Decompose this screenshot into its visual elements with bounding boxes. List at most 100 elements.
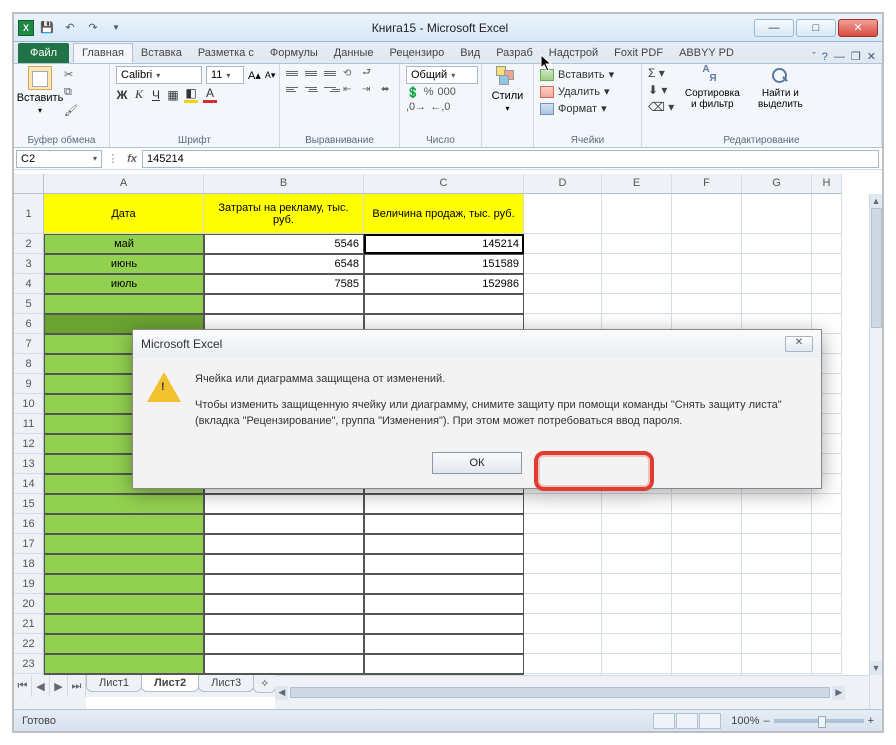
cell-E17[interactable] bbox=[602, 534, 672, 554]
ribbon-minimize-icon[interactable]: ˇ bbox=[812, 51, 816, 63]
ribbon-tab-1[interactable]: Вставка bbox=[133, 43, 190, 63]
cell-G1[interactable] bbox=[742, 194, 812, 234]
cell-D5[interactable] bbox=[524, 294, 602, 314]
cell-H23[interactable] bbox=[812, 654, 842, 674]
row-header-2[interactable]: 2 bbox=[14, 234, 44, 254]
cell-C4[interactable]: 152986 bbox=[364, 274, 524, 294]
cell-B17[interactable] bbox=[204, 534, 364, 554]
cell-D2[interactable] bbox=[524, 234, 602, 254]
row-header-11[interactable]: 11 bbox=[14, 414, 44, 434]
cell-G3[interactable] bbox=[742, 254, 812, 274]
column-header-H[interactable]: H bbox=[812, 174, 842, 194]
copy-icon[interactable]: ⧉ bbox=[64, 84, 78, 100]
cell-B21[interactable] bbox=[204, 614, 364, 634]
cell-G22[interactable] bbox=[742, 634, 812, 654]
cell-B18[interactable] bbox=[204, 554, 364, 574]
column-header-A[interactable]: A bbox=[44, 174, 204, 194]
name-box[interactable]: C2▾ bbox=[16, 150, 102, 168]
cell-C21[interactable] bbox=[364, 614, 524, 634]
cell-G18[interactable] bbox=[742, 554, 812, 574]
row-header-19[interactable]: 19 bbox=[14, 574, 44, 594]
align-left-icon[interactable] bbox=[286, 82, 302, 96]
cell-B20[interactable] bbox=[204, 594, 364, 614]
cell-D23[interactable] bbox=[524, 654, 602, 674]
vertical-scrollbar[interactable]: ▲ ▼ bbox=[869, 194, 882, 675]
cell-F17[interactable] bbox=[672, 534, 742, 554]
number-format-select[interactable]: Общий▾ bbox=[406, 66, 478, 84]
minimize-button[interactable]: — bbox=[754, 19, 794, 37]
cell-F2[interactable] bbox=[672, 234, 742, 254]
column-header-C[interactable]: C bbox=[364, 174, 524, 194]
shrink-font-icon[interactable]: A▾ bbox=[265, 70, 276, 81]
cell-G4[interactable] bbox=[742, 274, 812, 294]
cell-H20[interactable] bbox=[812, 594, 842, 614]
workbook-close-icon[interactable]: ✕ bbox=[867, 50, 876, 63]
row-header-15[interactable]: 15 bbox=[14, 494, 44, 514]
decrease-indent-icon[interactable]: ⇤ bbox=[343, 82, 359, 96]
cell-B5[interactable] bbox=[204, 294, 364, 314]
ribbon-tab-10[interactable]: ABBYY PD bbox=[671, 43, 742, 63]
cell-F4[interactable] bbox=[672, 274, 742, 294]
row-header-22[interactable]: 22 bbox=[14, 634, 44, 654]
cell-A2[interactable]: май bbox=[44, 234, 204, 254]
percent-icon[interactable]: % bbox=[424, 86, 434, 99]
cell-H19[interactable] bbox=[812, 574, 842, 594]
sheet-nav-prev-icon[interactable]: ◀ bbox=[32, 675, 50, 697]
zoom-in-button[interactable]: + bbox=[868, 715, 874, 727]
undo-icon[interactable]: ↶ bbox=[60, 18, 80, 38]
comma-icon[interactable]: 000 bbox=[437, 86, 455, 99]
sheet-tab-2[interactable]: Лист3 bbox=[198, 675, 254, 692]
sheet-tab-1[interactable]: Лист2 bbox=[141, 675, 199, 692]
cell-F18[interactable] bbox=[672, 554, 742, 574]
cell-A5[interactable] bbox=[44, 294, 204, 314]
column-header-D[interactable]: D bbox=[524, 174, 602, 194]
cell-A17[interactable] bbox=[44, 534, 204, 554]
cell-F20[interactable] bbox=[672, 594, 742, 614]
merge-center-icon[interactable]: ⬌ bbox=[381, 82, 397, 96]
cell-C16[interactable] bbox=[364, 514, 524, 534]
column-header-G[interactable]: G bbox=[742, 174, 812, 194]
ribbon-tab-5[interactable]: Рецензиро bbox=[382, 43, 453, 63]
autosum-icon[interactable]: Σ ▾ bbox=[648, 66, 674, 80]
cell-F3[interactable] bbox=[672, 254, 742, 274]
cell-B22[interactable] bbox=[204, 634, 364, 654]
cell-A21[interactable] bbox=[44, 614, 204, 634]
cell-G21[interactable] bbox=[742, 614, 812, 634]
align-center-icon[interactable] bbox=[305, 82, 321, 96]
redo-icon[interactable]: ↷ bbox=[83, 18, 103, 38]
fill-color-button[interactable]: ◧ bbox=[184, 86, 198, 103]
cell-A23[interactable] bbox=[44, 654, 204, 674]
cell-B4[interactable]: 7585 bbox=[204, 274, 364, 294]
ribbon-tab-6[interactable]: Вид bbox=[452, 43, 488, 63]
row-header-20[interactable]: 20 bbox=[14, 594, 44, 614]
cell-G19[interactable] bbox=[742, 574, 812, 594]
row-header-13[interactable]: 13 bbox=[14, 454, 44, 474]
cell-A19[interactable] bbox=[44, 574, 204, 594]
cell-C17[interactable] bbox=[364, 534, 524, 554]
cell-H2[interactable] bbox=[812, 234, 842, 254]
cell-B3[interactable]: 6548 bbox=[204, 254, 364, 274]
cell-C20[interactable] bbox=[364, 594, 524, 614]
delete-cells-button[interactable]: Удалить ▾ bbox=[540, 83, 610, 100]
cell-E5[interactable] bbox=[602, 294, 672, 314]
sheet-nav-first-icon[interactable]: ⏮ bbox=[14, 675, 32, 697]
cell-E19[interactable] bbox=[602, 574, 672, 594]
zoom-out-button[interactable]: – bbox=[763, 715, 769, 727]
cell-E20[interactable] bbox=[602, 594, 672, 614]
cell-C18[interactable] bbox=[364, 554, 524, 574]
cell-D4[interactable] bbox=[524, 274, 602, 294]
cell-C2[interactable]: 145214 bbox=[364, 234, 524, 254]
help-icon[interactable]: ? bbox=[822, 51, 828, 63]
format-cells-button[interactable]: Формат ▾ bbox=[540, 100, 607, 117]
cell-G16[interactable] bbox=[742, 514, 812, 534]
cell-D22[interactable] bbox=[524, 634, 602, 654]
bold-button[interactable]: Ж bbox=[116, 88, 128, 102]
scroll-left-icon[interactable]: ◀ bbox=[275, 686, 288, 700]
cell-F5[interactable] bbox=[672, 294, 742, 314]
row-header-5[interactable]: 5 bbox=[14, 294, 44, 314]
cell-A3[interactable]: июнь bbox=[44, 254, 204, 274]
ribbon-tab-4[interactable]: Данные bbox=[326, 43, 382, 63]
cell-E21[interactable] bbox=[602, 614, 672, 634]
border-button[interactable]: ▦ bbox=[167, 88, 179, 102]
row-header-21[interactable]: 21 bbox=[14, 614, 44, 634]
